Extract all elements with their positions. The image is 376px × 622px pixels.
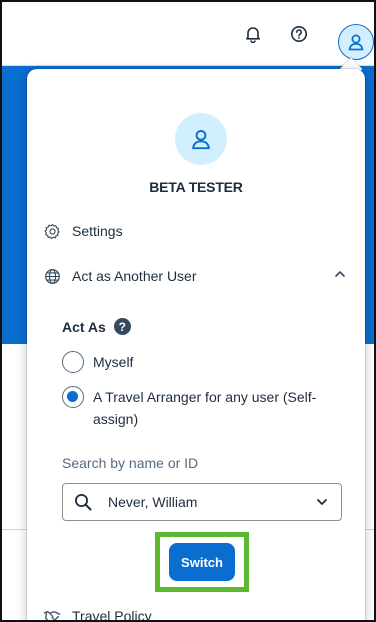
user-icon — [348, 34, 364, 51]
gear-icon — [42, 221, 62, 241]
chevron-up-icon[interactable] — [333, 267, 347, 286]
radio-label: Myself — [93, 354, 134, 370]
radio-button[interactable] — [62, 351, 84, 373]
radio-option-myself[interactable]: Myself — [62, 351, 343, 373]
radio-label: A Travel Arranger for any user (Self-ass… — [93, 389, 317, 427]
menu-item-label: Settings — [72, 223, 123, 239]
user-icon — [192, 129, 210, 150]
act-as-heading: Act As ? — [62, 318, 131, 335]
user-name: BETA TESTER — [149, 179, 243, 195]
radio-option-travel-arranger[interactable]: A Travel Arranger for any user (Self-ass… — [62, 386, 343, 430]
profile-avatar-button[interactable] — [338, 24, 374, 60]
app-window: BETA TESTER Settings Act as Another User… — [0, 0, 376, 622]
search-icon — [74, 493, 96, 511]
search-label: Search by name or ID — [62, 455, 199, 471]
globe-icon — [42, 266, 62, 286]
radio-button[interactable] — [62, 386, 84, 408]
chevron-down-icon[interactable] — [315, 495, 329, 509]
menu-item-act-as-another-user[interactable]: Act as Another User — [42, 264, 197, 288]
menu-item-label: Travel Policy — [72, 608, 152, 622]
bell-icon[interactable] — [238, 19, 268, 49]
menu-item-settings[interactable]: Settings — [42, 219, 123, 243]
help-icon[interactable]: ? — [113, 318, 131, 335]
handshake-icon — [42, 606, 62, 620]
menu-item-travel-policy[interactable]: Travel Policy — [42, 604, 152, 622]
help-circle-icon[interactable] — [284, 19, 314, 49]
user-avatar — [175, 113, 227, 165]
profile-popover: BETA TESTER Settings Act as Another User… — [27, 69, 365, 622]
menu-item-label: Act as Another User — [72, 268, 197, 284]
user-search-combobox[interactable]: Never, William — [62, 483, 342, 521]
search-value[interactable]: Never, William — [108, 494, 315, 510]
top-header-bar — [2, 2, 374, 66]
act-as-title: Act As — [62, 318, 106, 335]
switch-button[interactable]: Switch — [169, 543, 235, 581]
